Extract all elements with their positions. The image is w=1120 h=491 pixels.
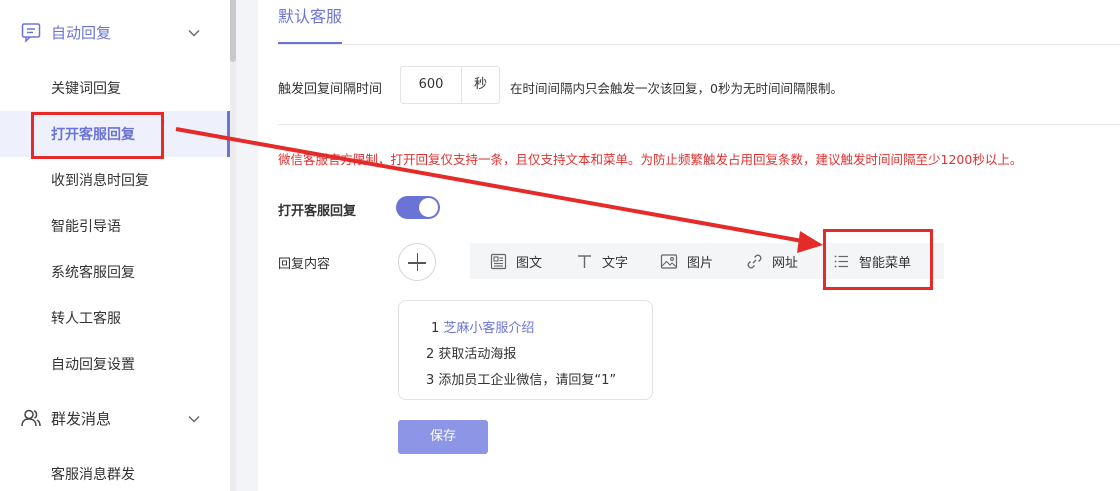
sidebar-item-smart-guide[interactable]: 智能引导语: [0, 203, 230, 249]
open-reply-toggle[interactable]: [396, 196, 440, 219]
menu-item-number: 1: [431, 321, 440, 336]
sidebar-item-label: 关键词回复: [51, 81, 121, 97]
sidebar-item-label: 收到消息时回复: [51, 173, 149, 189]
chevron-down-icon[interactable]: [187, 26, 201, 40]
interval-unit: 秒: [461, 67, 499, 103]
menu-group-mass-message[interactable]: 群发消息: [0, 395, 230, 441]
menu-group-label: 自动回复: [51, 23, 112, 42]
type-image-button[interactable]: 图片: [660, 243, 713, 279]
save-button[interactable]: 保存: [398, 420, 488, 454]
add-content-button[interactable]: [398, 243, 436, 281]
highlight-box-sidebar: [31, 112, 164, 159]
type-link-button[interactable]: 网址: [746, 243, 798, 279]
sidebar-item-label: 客服消息群发: [51, 467, 135, 483]
chevron-down-icon[interactable]: [187, 412, 201, 426]
type-label: 图片: [687, 255, 714, 271]
main-panel: 默认客服 触发回复间隔时间 600 秒 在时间间隔内只会触发一次该回复，0秒为无…: [258, 0, 1120, 491]
sidebar: 自动回复 关键词回复 打开客服回复 收到消息时回复 智能引导语 系统客服回复 转…: [0, 0, 230, 491]
sidebar-item-auto-reply-settings[interactable]: 自动回复设置: [0, 341, 230, 387]
reply-content-label: 回复内容: [278, 257, 331, 272]
sidebar-item-keyword-reply[interactable]: 关键词回复: [0, 65, 230, 111]
article-icon: [490, 253, 507, 269]
content-gutter: [236, 0, 258, 491]
text-icon: [578, 254, 591, 268]
interval-input[interactable]: 600: [401, 67, 461, 103]
type-label: 文字: [602, 255, 629, 271]
link-icon: [747, 254, 762, 268]
type-text-button[interactable]: 文字: [576, 243, 628, 279]
sidebar-item-service-mass[interactable]: 客服消息群发: [0, 451, 230, 491]
sidebar-item-label: 系统客服回复: [51, 265, 135, 281]
smart-menu-preview: 1 芝麻小客服介绍 2 获取活动海报 3 添加员工企业微信，请回复“1”: [398, 300, 653, 400]
type-label: 图文: [516, 255, 543, 271]
tab-default-service[interactable]: 默认客服: [278, 0, 342, 45]
interval-label: 触发回复间隔时间: [278, 82, 383, 97]
sidebar-item-message-reply[interactable]: 收到消息时回复: [0, 157, 230, 203]
menu-group-auto-reply[interactable]: 自动回复: [0, 9, 230, 55]
interval-input-group: 600 秒: [400, 66, 500, 104]
sidebar-item-label: 转人工客服: [51, 311, 121, 327]
menu-item-link[interactable]: 芝麻小客服介绍: [443, 321, 534, 336]
sidebar-item-system-service-reply[interactable]: 系统客服回复: [0, 249, 230, 295]
menu-item-2: 2 获取活动海报: [426, 347, 517, 362]
interval-hint: 在时间间隔内只会触发一次该回复，0秒为无时间间隔限制。: [510, 81, 843, 96]
open-reply-toggle-label: 打开客服回复: [278, 204, 357, 219]
users-icon: [21, 409, 41, 427]
sidebar-item-label: 智能引导语: [51, 219, 121, 235]
menu-item-1: 1 芝麻小客服介绍: [431, 317, 534, 336]
chat-icon: [21, 23, 41, 43]
type-label: 网址: [772, 255, 799, 271]
type-article-button[interactable]: 图文: [490, 243, 542, 279]
sidebar-item-transfer-agent[interactable]: 转人工客服: [0, 295, 230, 341]
limit-warning: 微信客服官方限制，打开回复仅支持一条，且仅支持文本和菜单。为防止频繁触发占用回复…: [278, 152, 1023, 167]
image-icon: [660, 253, 678, 269]
menu-group-label: 群发消息: [51, 409, 112, 428]
toggle-knob: [419, 198, 438, 217]
menu-item-3: 3 添加员工企业微信，请回复“1”: [426, 373, 617, 388]
sidebar-item-label: 自动回复设置: [51, 357, 135, 373]
section-divider: [278, 124, 1120, 125]
highlight-box-smart-menu: [823, 229, 933, 290]
tab-divider: [278, 44, 1120, 45]
